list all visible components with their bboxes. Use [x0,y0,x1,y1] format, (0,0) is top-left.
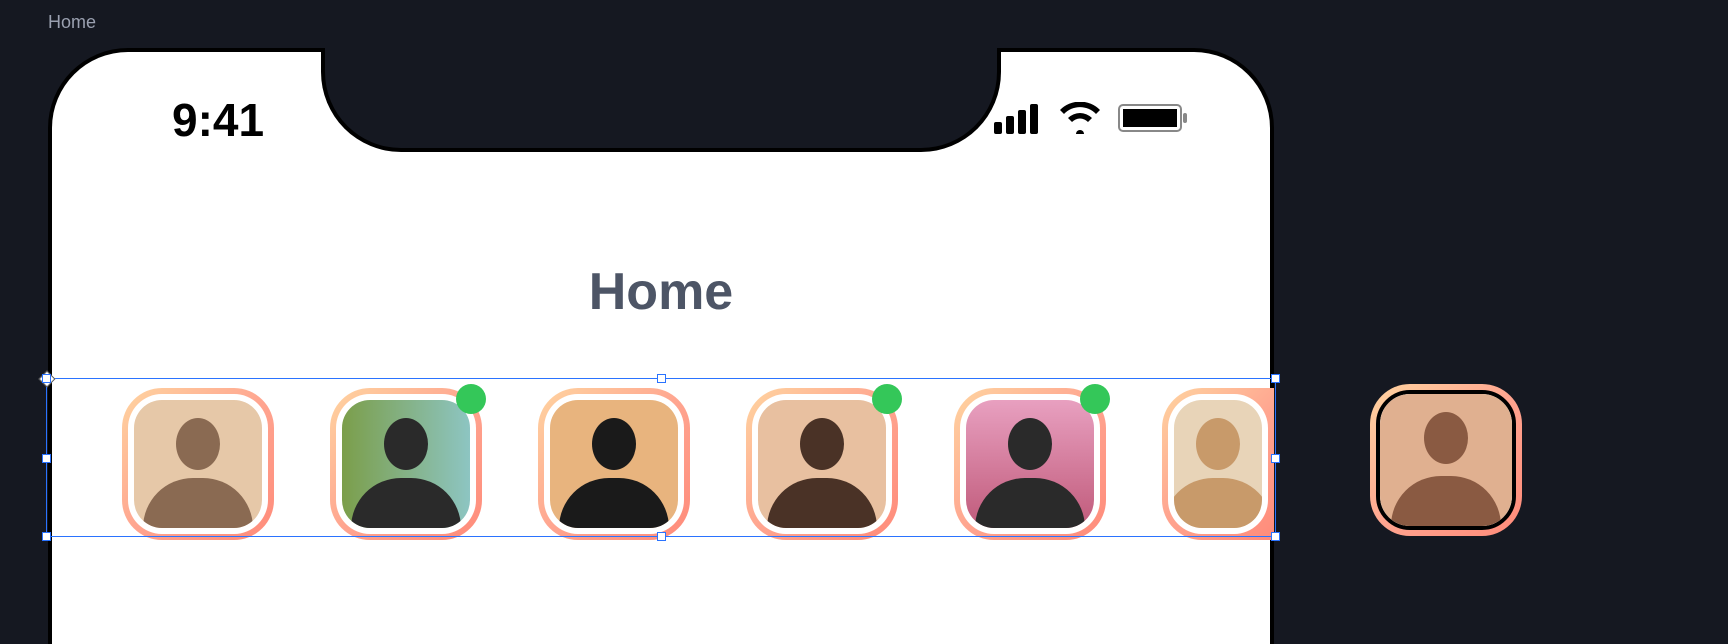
breadcrumb[interactable]: Home [48,12,96,33]
page-title: Home [52,262,1270,322]
battery-full-icon [1118,102,1190,139]
avatar-6[interactable] [1162,388,1274,540]
avatar-4[interactable] [746,388,898,540]
avatar-5[interactable] [954,388,1106,540]
online-status-dot [1080,384,1110,414]
status-icons [994,102,1190,139]
online-status-dot [872,384,902,414]
avatar-2[interactable] [330,388,482,540]
wifi-icon [1058,102,1102,139]
avatar-1[interactable] [122,388,274,540]
status-bar: 9:41 [52,90,1270,150]
device-frame: 9:41 [48,48,1274,644]
avatar-7[interactable] [1370,384,1522,536]
avatar-row[interactable] [122,388,1274,540]
status-time: 9:41 [172,93,264,147]
online-status-dot [456,384,486,414]
cellular-signal-icon [994,102,1042,139]
avatar-3[interactable] [538,388,690,540]
